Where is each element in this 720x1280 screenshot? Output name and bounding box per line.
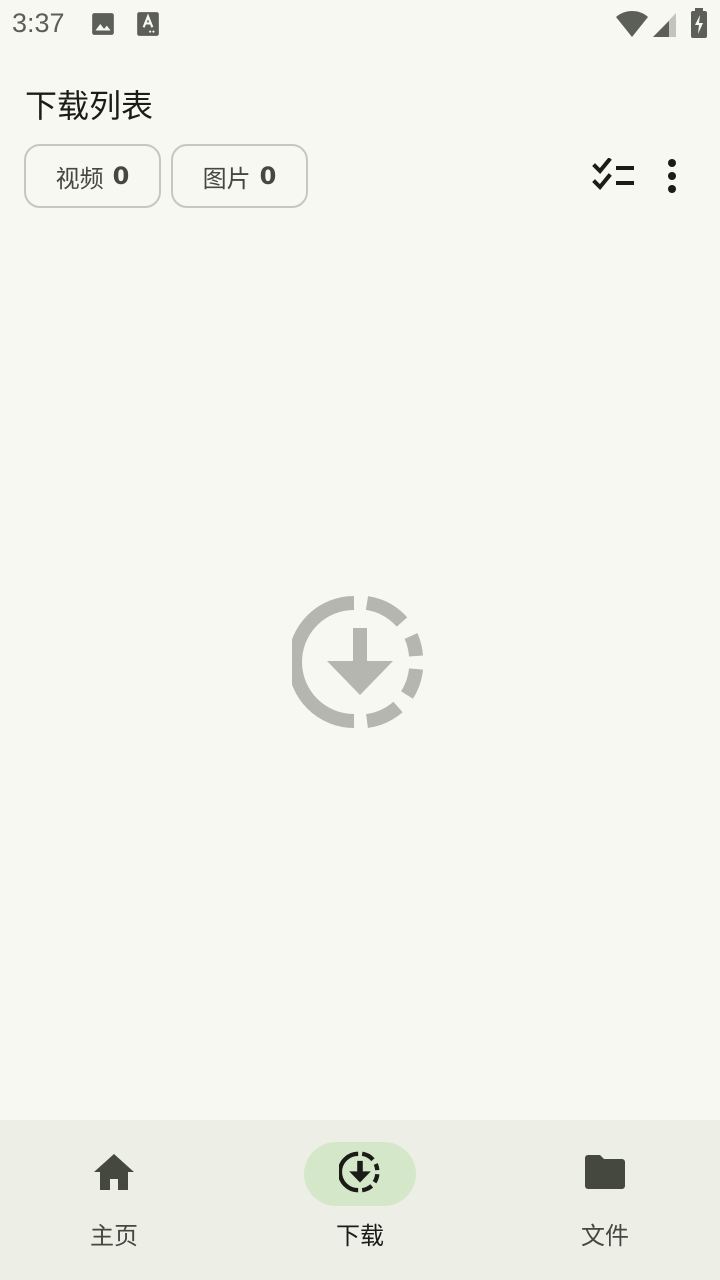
nav-item-files[interactable]: 文件	[485, 1120, 720, 1280]
text-notification-icon	[136, 11, 160, 41]
home-icon	[93, 1153, 135, 1195]
download-circle-icon	[288, 594, 428, 734]
nav-item-home[interactable]: 主页	[0, 1120, 234, 1280]
nav-indicator	[549, 1142, 661, 1206]
more-vert-icon[interactable]	[662, 158, 682, 198]
status-time: 3:37	[12, 8, 65, 38]
chip-label: 视频	[55, 164, 104, 193]
chip-count: 0	[112, 162, 130, 190]
video-filter-chip[interactable]: 视频 0	[24, 144, 161, 208]
nav-label: 主页	[90, 1222, 138, 1250]
nav-label: 文件	[581, 1222, 629, 1250]
download-icon	[337, 1151, 381, 1197]
image-icon	[90, 11, 116, 41]
battery-charging-icon	[690, 8, 708, 42]
nav-indicator	[58, 1142, 170, 1206]
page-title: 下载列表	[25, 87, 154, 125]
download-list-screen: 3:37 下载列表 视频 0 图片 0 主页 下载 文件	[0, 0, 720, 1280]
folder-icon	[584, 1154, 626, 1194]
nav-label: 下载	[336, 1222, 384, 1250]
chip-count: 0	[259, 162, 277, 190]
nav-item-download[interactable]: 下载	[240, 1120, 480, 1280]
image-filter-chip[interactable]: 图片 0	[171, 144, 308, 208]
wifi-icon	[615, 10, 649, 42]
chip-label: 图片	[202, 164, 251, 193]
bottom-navigation: 主页 下载 文件	[0, 1120, 720, 1280]
nav-indicator	[304, 1142, 416, 1206]
cell-signal-icon	[652, 12, 678, 42]
checklist-icon[interactable]	[592, 157, 636, 196]
status-bar: 3:37	[0, 0, 720, 50]
